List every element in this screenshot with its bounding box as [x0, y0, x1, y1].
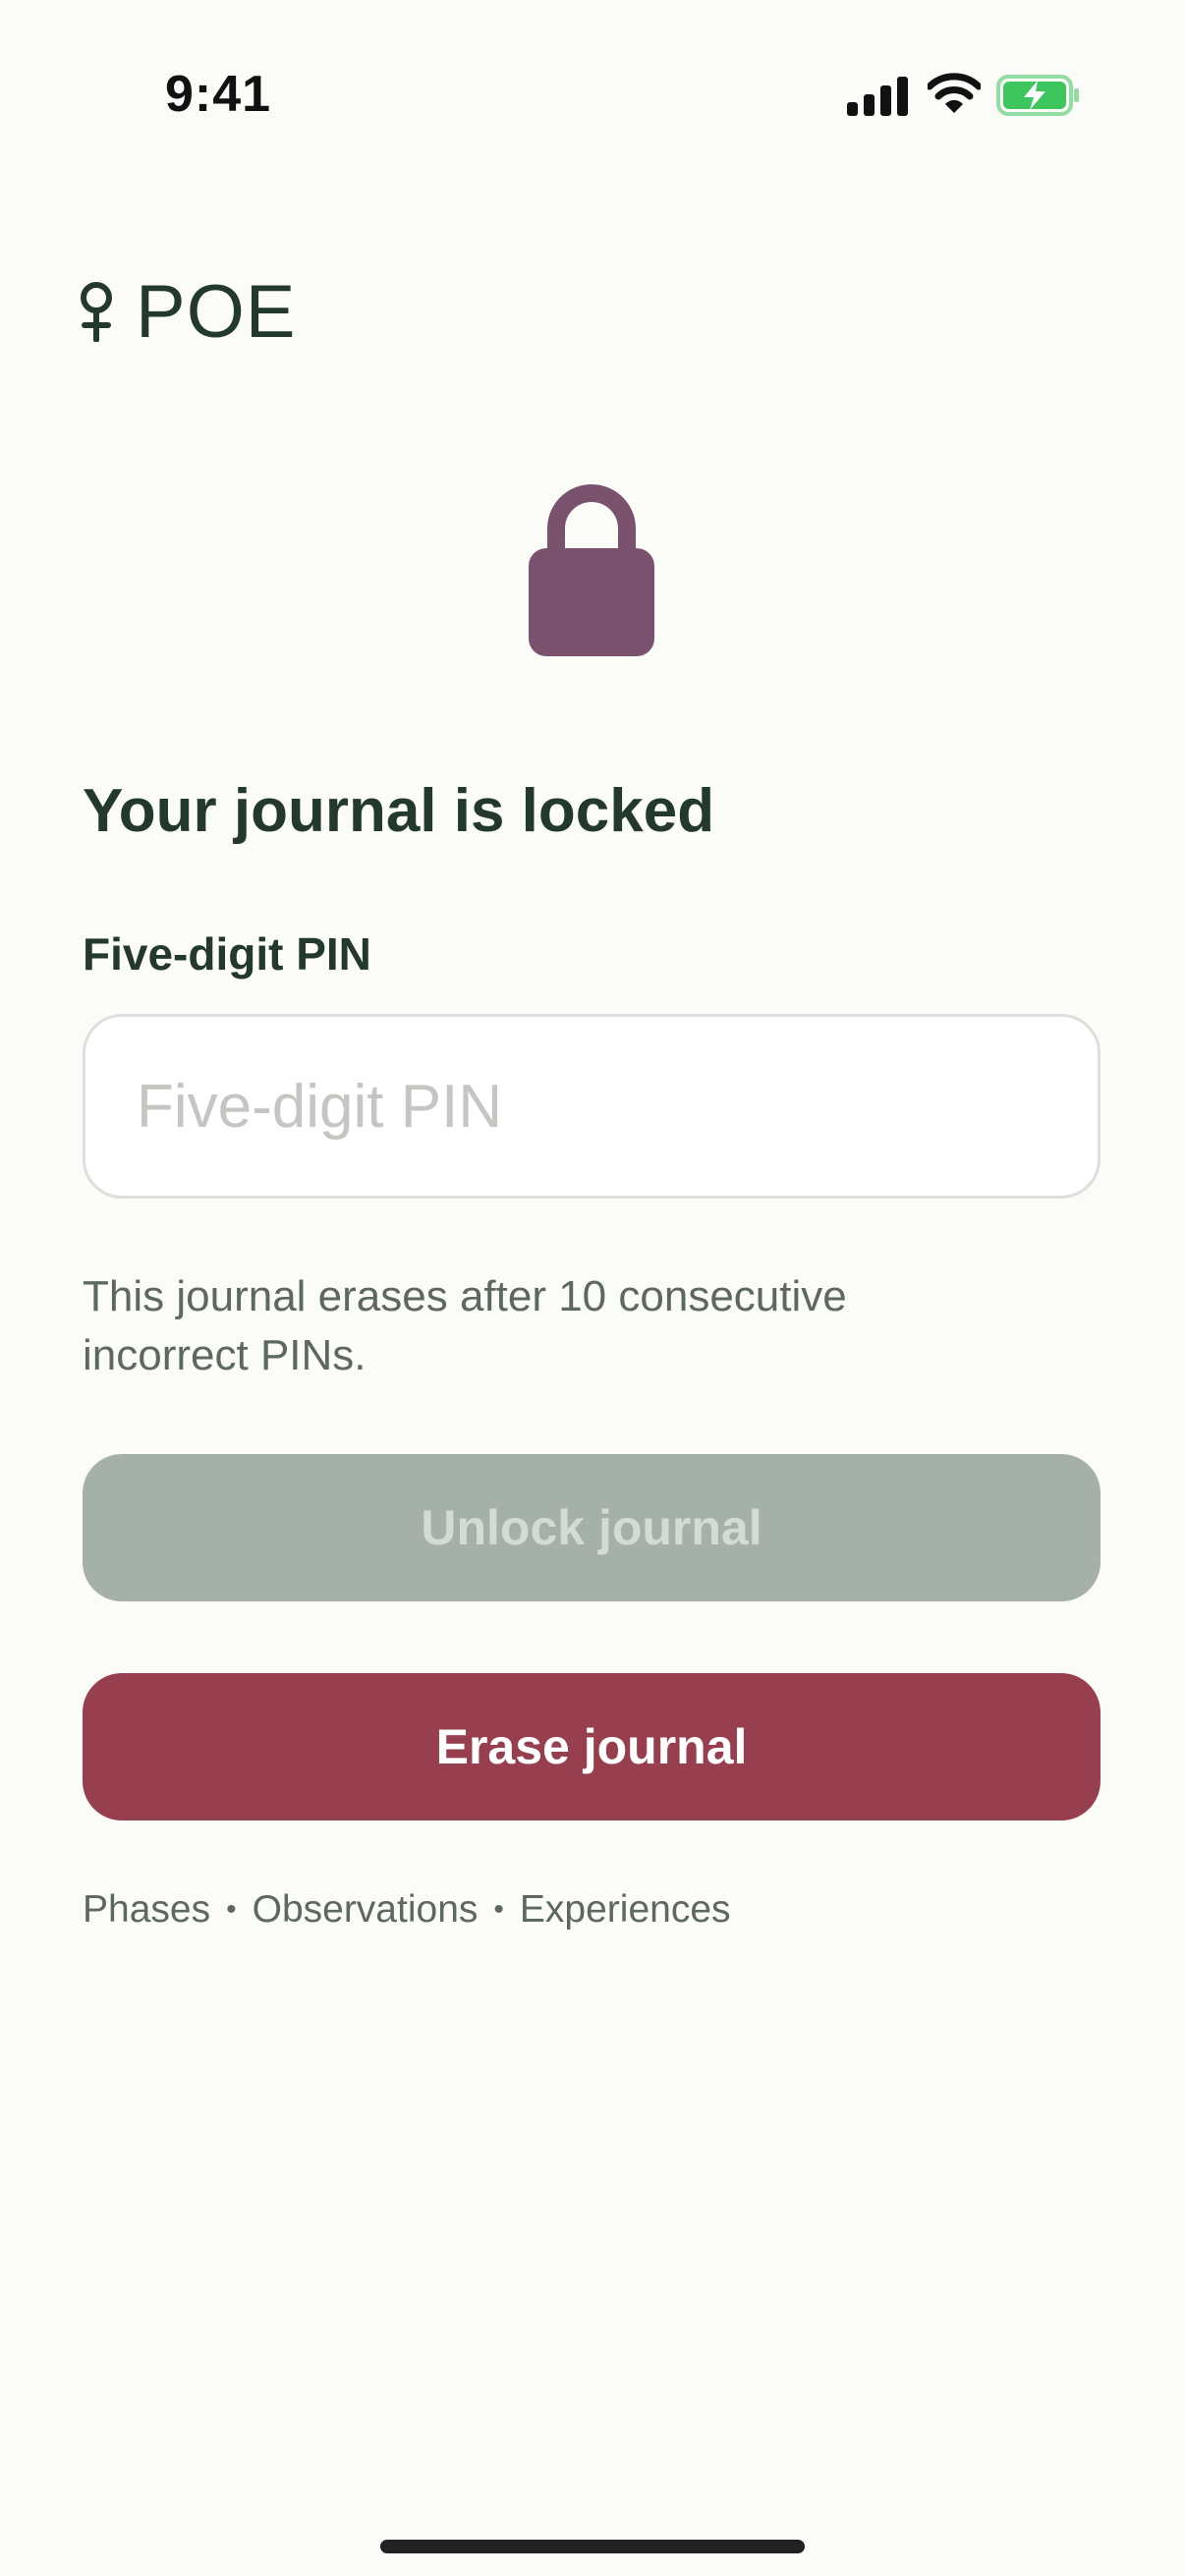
status-bar: 9:41 [0, 0, 1185, 147]
erase-warning-text: This journal erases after 10 consecutive… [83, 1272, 847, 1379]
erase-journal-button[interactable]: Erase journal [83, 1673, 1100, 1820]
footer-nav: Phases • Observations • Experiences [83, 1888, 731, 1932]
app-logo: POE [77, 267, 297, 356]
footer-link-phases[interactable]: Phases [83, 1888, 210, 1932]
footer-separator: • [226, 1893, 237, 1926]
app-name: POE [136, 269, 297, 354]
lock-screen: 9:41 POE Your journal is locked Five-dig… [0, 0, 1185, 2576]
status-time: 9:41 [165, 66, 272, 123]
pin-input[interactable] [83, 1014, 1100, 1199]
unlock-journal-button[interactable]: Unlock journal [83, 1454, 1100, 1601]
footer-link-observations[interactable]: Observations [253, 1888, 479, 1932]
battery-charging-icon [996, 75, 1079, 116]
page-title: Your journal is locked [83, 777, 715, 845]
footer-separator: • [493, 1893, 504, 1926]
venus-symbol-icon [81, 282, 112, 342]
pin-field-label: Five-digit PIN [83, 928, 371, 980]
cellular-signal-icon [847, 77, 908, 116]
lock-icon [529, 484, 654, 656]
home-indicator[interactable] [380, 2540, 805, 2553]
wifi-icon [928, 73, 981, 113]
footer-link-experiences[interactable]: Experiences [520, 1888, 731, 1932]
